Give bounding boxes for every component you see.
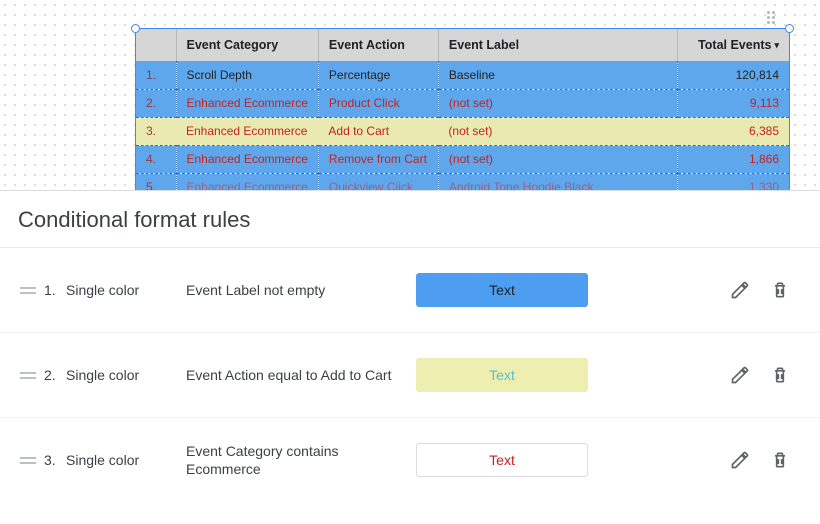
cell-action: Product Click (318, 89, 438, 117)
rule-description: Event Action equal to Add to Cart (186, 366, 416, 384)
format-rule: 2.Single colorEvent Action equal to Add … (0, 333, 820, 418)
header-total-events[interactable]: Total Events▾ (677, 29, 789, 61)
table-row[interactable]: 4.Enhanced EcommerceRemove from Cart(not… (136, 145, 789, 173)
header-event-action[interactable]: Event Action (318, 29, 438, 61)
cell-index: 5. (136, 173, 176, 190)
cell-index: 3. (136, 117, 176, 145)
rule-swatch[interactable]: Text (416, 273, 588, 307)
rule-swatch[interactable]: Text (416, 358, 588, 392)
rule-swatch[interactable]: Text (416, 443, 588, 477)
rule-type: Single color (66, 452, 186, 468)
cell-label: (not set) (438, 145, 677, 173)
edit-icon[interactable] (720, 355, 760, 395)
cell-index: 2. (136, 89, 176, 117)
delete-icon[interactable] (760, 355, 800, 395)
cell-category: Enhanced Ecommerce (176, 89, 318, 117)
cell-total: 1,330 (677, 173, 789, 190)
table-row[interactable]: 5.Enhanced EcommerceQuickview ClickAndro… (136, 173, 789, 190)
table-header-row: Event Category Event Action Event Label … (136, 29, 789, 61)
cell-total: 120,814 (677, 61, 789, 89)
cell-total: 1,866 (677, 145, 789, 173)
drag-lines-icon[interactable] (20, 372, 36, 379)
conditional-format-panel: Conditional format rules 1.Single colorE… (0, 190, 820, 502)
rule-number: 2. (44, 367, 66, 383)
cell-total: 9,113 (677, 89, 789, 117)
cell-index: 1. (136, 61, 176, 89)
rule-description: Event Label not empty (186, 281, 416, 299)
table-row[interactable]: 3.Enhanced EcommerceAdd to Cart(not set)… (136, 117, 789, 145)
cell-category: Enhanced Ecommerce (176, 117, 318, 145)
header-index[interactable] (136, 29, 176, 61)
edit-icon[interactable] (720, 440, 760, 480)
header-total-events-label: Total Events (698, 38, 771, 52)
table-row[interactable]: 1.Scroll DepthPercentageBaseline120,814 (136, 61, 789, 89)
edit-icon[interactable] (720, 270, 760, 310)
rule-type: Single color (66, 282, 186, 298)
header-event-category[interactable]: Event Category (176, 29, 318, 61)
panel-title: Conditional format rules (0, 191, 820, 248)
rule-type: Single color (66, 367, 186, 383)
format-rule: 1.Single colorEvent Label not emptyText (0, 248, 820, 333)
sort-indicator-icon: ▾ (774, 40, 779, 50)
drag-lines-icon[interactable] (20, 457, 36, 464)
cell-total: 6,385 (677, 117, 789, 145)
header-event-label[interactable]: Event Label (438, 29, 677, 61)
selection-handle[interactable] (785, 24, 794, 33)
data-table-selection[interactable]: Event Category Event Action Event Label … (135, 28, 790, 190)
drag-lines-icon[interactable] (20, 287, 36, 294)
format-rule: 3.Single colorEvent Category contains Ec… (0, 418, 820, 502)
delete-icon[interactable] (760, 440, 800, 480)
cell-action: Quickview Click (318, 173, 438, 190)
cell-label: Baseline (438, 61, 677, 89)
selection-handle[interactable] (131, 24, 140, 33)
cell-action: Percentage (318, 61, 438, 89)
table-row[interactable]: 2.Enhanced EcommerceProduct Click(not se… (136, 89, 789, 117)
cell-category: Scroll Depth (176, 61, 318, 89)
rule-number: 3. (44, 452, 66, 468)
cell-action: Add to Cart (318, 117, 438, 145)
cell-index: 4. (136, 145, 176, 173)
data-table: Event Category Event Action Event Label … (136, 29, 789, 190)
rule-description: Event Category contains Ecommerce (186, 442, 416, 478)
drag-handle-icon[interactable] (767, 11, 781, 25)
cell-label: (not set) (438, 89, 677, 117)
cell-label: Android Tone Hoodie Black (438, 173, 677, 190)
cell-action: Remove from Cart (318, 145, 438, 173)
delete-icon[interactable] (760, 270, 800, 310)
cell-category: Enhanced Ecommerce (176, 145, 318, 173)
cell-category: Enhanced Ecommerce (176, 173, 318, 190)
cell-label: (not set) (438, 117, 677, 145)
chart-canvas: Event Category Event Action Event Label … (0, 0, 820, 190)
rule-number: 1. (44, 282, 66, 298)
